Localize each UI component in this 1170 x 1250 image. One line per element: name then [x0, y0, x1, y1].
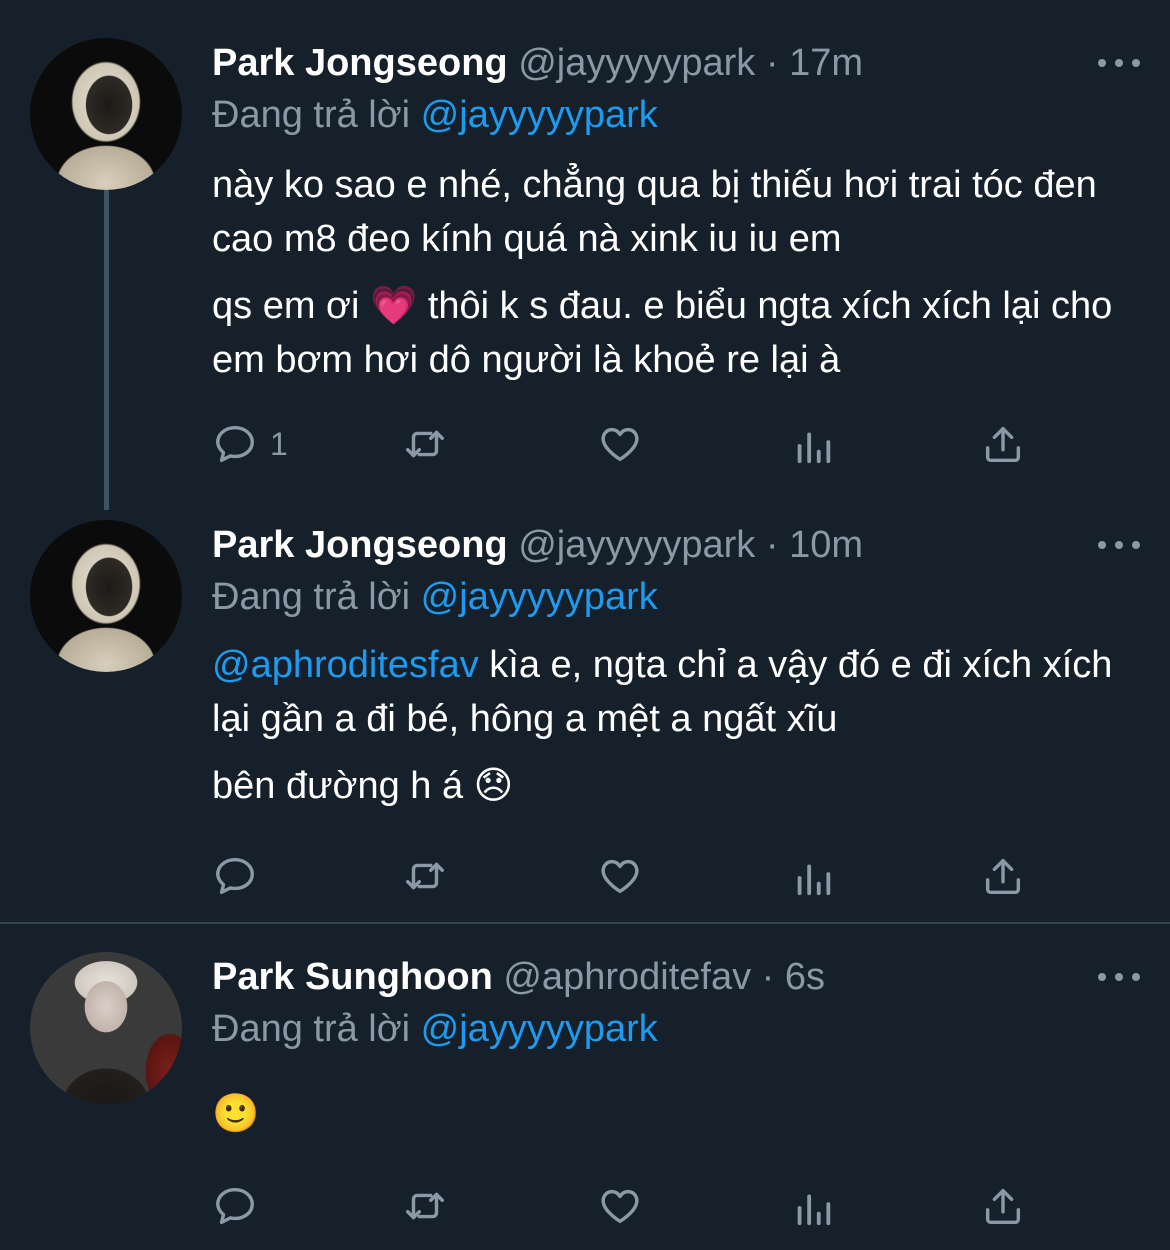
separator-dot: · — [765, 42, 779, 84]
replying-to: Đang trả lời @jayyyyypark — [212, 90, 658, 140]
tweet-paragraph: này ko sao e nhé, chẳng qua bị thiếu hơi… — [212, 164, 1097, 260]
share-icon — [985, 858, 1021, 895]
like-icon — [601, 1189, 639, 1224]
retweet-button[interactable] — [402, 1180, 448, 1232]
replying-to-link[interactable]: @jayyyyypark — [421, 1008, 658, 1050]
replying-to-link[interactable]: @jayyyyypark — [421, 576, 658, 618]
tweet-paragraph: bên đường h á 😞 — [212, 758, 1130, 813]
display-name[interactable]: Park Jongseong — [212, 42, 508, 84]
tweet-text: 🙂 — [212, 1086, 1130, 1141]
retweet-icon — [406, 1192, 444, 1220]
tweet-actions — [212, 850, 1042, 902]
tweet-actions: 1 — [212, 418, 1042, 470]
analytics-icon — [797, 1194, 831, 1226]
like-button[interactable] — [597, 418, 643, 470]
conversation-thread: Park Jongseong @jayyyyypark · 17m Đang t… — [0, 0, 1170, 1250]
retweet-icon — [406, 430, 444, 458]
share-button[interactable] — [980, 850, 1026, 902]
username[interactable]: @aphroditefav — [503, 956, 751, 998]
tweet-paragraph: 🙂 — [212, 1086, 1130, 1141]
share-icon — [985, 426, 1021, 463]
tweet-header: Park Jongseong @jayyyyypark · 17m — [212, 38, 1110, 88]
analytics-button[interactable] — [790, 850, 836, 902]
reply-count: 1 — [270, 425, 288, 462]
replying-prefix: Đang trả lời — [212, 94, 411, 136]
reply-button[interactable]: 1 — [212, 418, 288, 470]
retweet-button[interactable] — [402, 850, 448, 902]
tweet-divider — [0, 922, 1170, 924]
analytics-icon — [797, 432, 831, 464]
share-button[interactable] — [980, 1180, 1026, 1232]
timestamp[interactable]: 6s — [785, 956, 825, 998]
timestamp[interactable]: 10m — [789, 524, 863, 566]
reply-icon — [216, 425, 254, 463]
tweet-text-fragment: qs em ơi — [212, 285, 360, 327]
separator-dot: · — [761, 956, 775, 998]
replying-prefix: Đang trả lời — [212, 576, 411, 618]
mention-link[interactable]: @aphroditesfav — [212, 644, 479, 686]
analytics-button[interactable] — [790, 1180, 836, 1232]
like-icon — [601, 427, 639, 462]
more-icon[interactable] — [1098, 520, 1140, 570]
replying-prefix: Đang trả lời — [212, 1008, 411, 1050]
avatar[interactable] — [30, 520, 182, 672]
tweet-text-fragment: bên đường h á — [212, 765, 464, 807]
emoji: 😞 — [473, 763, 514, 807]
emoji: 💗 — [369, 283, 418, 327]
reply-button[interactable] — [212, 850, 258, 902]
emoji: 🙂 — [212, 1091, 260, 1135]
like-button[interactable] — [597, 1180, 643, 1232]
retweet-button[interactable] — [402, 418, 448, 470]
tweet-header: Park Jongseong @jayyyyypark · 10m — [212, 520, 1110, 570]
analytics-icon — [797, 864, 831, 896]
display-name[interactable]: Park Sunghoon — [212, 956, 493, 998]
username[interactable]: @jayyyyypark — [518, 524, 755, 566]
username[interactable]: @jayyyyypark — [518, 42, 755, 84]
reply-button[interactable] — [212, 1180, 258, 1232]
replying-to: Đang trả lời @jayyyyypark — [212, 572, 658, 622]
separator-dot: · — [765, 524, 779, 566]
analytics-button[interactable] — [790, 418, 836, 470]
tweet-header: Park Sunghoon @aphroditefav · 6s — [212, 952, 1110, 1002]
avatar[interactable] — [30, 952, 182, 1104]
reply-icon — [216, 857, 254, 895]
replying-to-link[interactable]: @jayyyyypark — [421, 94, 658, 136]
replying-to: Đang trả lời @jayyyyypark — [212, 1004, 658, 1054]
like-icon — [601, 859, 639, 894]
reply-icon — [216, 1187, 254, 1225]
more-icon[interactable] — [1098, 38, 1140, 88]
tweet-text: @aphroditesfav kìa e, ngta chỉ a vậy đó … — [212, 638, 1130, 813]
tweet-paragraph: @aphroditesfav kìa e, ngta chỉ a vậy đó … — [212, 638, 1130, 746]
avatar[interactable] — [30, 38, 182, 190]
more-icon[interactable] — [1098, 952, 1140, 1002]
timestamp[interactable]: 17m — [789, 42, 863, 84]
tweet-paragraph: qs em ơi 💗 thôi k s đau. e biểu ngta xíc… — [212, 278, 1130, 387]
retweet-icon — [406, 862, 444, 890]
share-button[interactable] — [980, 418, 1026, 470]
display-name[interactable]: Park Jongseong — [212, 524, 508, 566]
share-icon — [985, 1188, 1021, 1225]
tweet-actions — [212, 1180, 1042, 1232]
tweet-text: này ko sao e nhé, chẳng qua bị thiếu hơi… — [212, 158, 1130, 387]
thread-connector-line — [104, 190, 109, 510]
like-button[interactable] — [597, 850, 643, 902]
